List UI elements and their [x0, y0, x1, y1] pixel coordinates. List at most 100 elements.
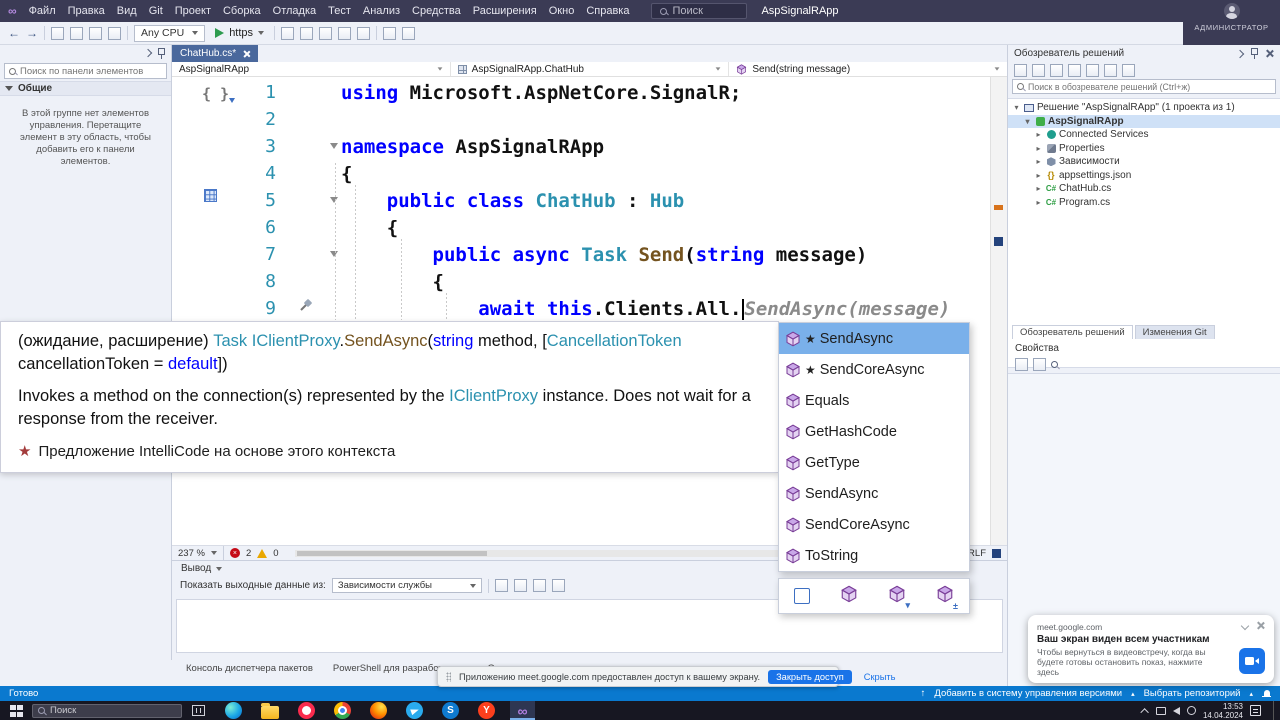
- code-text[interactable]: public async Task Send(string message): [341, 244, 868, 266]
- save-all-icon[interactable]: [108, 26, 121, 40]
- import-items-filter-icon[interactable]: ±: [936, 585, 958, 611]
- pc-tray-icon[interactable]: [1155, 706, 1166, 715]
- completion-item[interactable]: Equals: [779, 385, 969, 416]
- code-text[interactable]: public class ChatHub : Hub: [341, 190, 684, 212]
- select-repository-button[interactable]: Выбрать репозиторий: [1144, 688, 1241, 699]
- pin-icon[interactable]: [1249, 48, 1259, 59]
- toolbox-search-input[interactable]: [20, 65, 162, 77]
- panel-tab[interactable]: Изменения Git: [1134, 325, 1215, 339]
- menu-item[interactable]: Окно: [543, 5, 581, 17]
- home-icon[interactable]: [1014, 64, 1027, 77]
- alphabetical-icon[interactable]: [1033, 358, 1046, 371]
- configuration-dropdown[interactable]: Any CPU: [134, 24, 206, 42]
- expander-icon[interactable]: ▾: [1023, 117, 1032, 126]
- opera-taskbar-button[interactable]: [294, 701, 319, 720]
- hot-reload-icon[interactable]: [300, 26, 314, 40]
- tree-item[interactable]: ▸ Properties: [1008, 142, 1280, 156]
- stop-sharing-button[interactable]: Закрыть доступ: [768, 669, 852, 684]
- zoom-level[interactable]: 237 %: [178, 548, 205, 559]
- pin-output-icon[interactable]: [551, 579, 565, 592]
- pin-icon[interactable]: [156, 47, 166, 59]
- menu-item[interactable]: Средства: [406, 5, 467, 17]
- expand-results-icon[interactable]: [794, 588, 810, 604]
- undo-icon[interactable]: [338, 26, 352, 40]
- start-button[interactable]: [0, 701, 32, 720]
- navigate-back-icon[interactable]: ←: [8, 26, 20, 40]
- task-view-icon[interactable]: [192, 705, 205, 716]
- close-icon[interactable]: [243, 50, 250, 57]
- pending-changes-icon[interactable]: [1050, 64, 1063, 77]
- tree-item[interactable]: ▾ AspSignalRApp: [1008, 114, 1280, 128]
- output-source-dropdown[interactable]: Зависимости службы: [331, 578, 482, 593]
- panel-tab[interactable]: Обозреватель решений: [1012, 325, 1133, 339]
- open-file-icon[interactable]: [70, 26, 83, 40]
- solution-explorer-search[interactable]: [1012, 79, 1276, 94]
- menu-item[interactable]: Расширения: [467, 5, 543, 17]
- start-debugging-button[interactable]: https: [211, 27, 268, 39]
- step-over-icon[interactable]: [319, 26, 333, 40]
- expander-icon[interactable]: ▸: [1034, 144, 1043, 153]
- fold-chevron-icon[interactable]: [330, 143, 338, 149]
- fold-chevron-icon[interactable]: [330, 251, 338, 257]
- comment-icon[interactable]: [402, 26, 416, 40]
- skype-taskbar-button[interactable]: [438, 701, 463, 720]
- categorized-icon[interactable]: [1015, 358, 1028, 371]
- menu-item[interactable]: Файл: [23, 5, 62, 17]
- show-all-files-icon[interactable]: [1104, 64, 1117, 77]
- menu-item[interactable]: Отладка: [267, 5, 322, 17]
- completion-item[interactable]: GetHashCode: [779, 416, 969, 447]
- edge-taskbar-button[interactable]: [221, 701, 246, 720]
- redo-icon[interactable]: [357, 26, 371, 40]
- error-count[interactable]: 2: [246, 548, 251, 559]
- refresh-icon[interactable]: [1068, 64, 1081, 77]
- expander-icon[interactable]: ▸: [1034, 171, 1043, 180]
- break-all-icon[interactable]: [281, 26, 295, 40]
- drag-handle-icon[interactable]: [446, 671, 451, 682]
- dock-chevron-icon[interactable]: [143, 48, 153, 58]
- methods-filter-icon[interactable]: [840, 585, 858, 608]
- collapse-all-icon[interactable]: [1086, 64, 1099, 77]
- braces-indicator-icon[interactable]: { }: [202, 85, 236, 103]
- breadcrumb-method[interactable]: Send(string message): [729, 62, 1007, 76]
- code-text[interactable]: {: [341, 271, 444, 293]
- completion-item[interactable]: SendCoreAsync: [779, 509, 969, 540]
- add-to-source-control-button[interactable]: Добавить в систему управления версиями: [934, 688, 1122, 699]
- menu-item[interactable]: Проект: [169, 5, 217, 17]
- vertical-scrollbar[interactable]: [990, 77, 1007, 545]
- extension-methods-filter-icon[interactable]: ▾: [888, 585, 910, 610]
- tree-item[interactable]: ▸ {} appsettings.json: [1008, 169, 1280, 183]
- find-output-icon[interactable]: [494, 579, 508, 592]
- solution-search-input[interactable]: [1028, 81, 1271, 92]
- search-icon[interactable]: [1051, 361, 1058, 368]
- code-text[interactable]: {: [341, 163, 352, 185]
- code-text[interactable]: {: [341, 217, 398, 239]
- taskbar-clock[interactable]: 13:53 14.04.2024: [1203, 702, 1243, 720]
- code-text[interactable]: await this.Clients.All. SendAsync(message…: [341, 298, 950, 320]
- completion-item[interactable]: ★ SendCoreAsync: [779, 354, 969, 385]
- new-file-icon[interactable]: [51, 26, 64, 40]
- network-tray-icon[interactable]: [1186, 706, 1196, 715]
- switch-views-icon[interactable]: [1032, 64, 1045, 77]
- menu-item[interactable]: Git: [143, 5, 169, 17]
- completion-item[interactable]: GetType: [779, 447, 969, 478]
- notifications-bell-icon[interactable]: [1262, 689, 1271, 699]
- firefox-taskbar-button[interactable]: [366, 701, 391, 720]
- expander-icon[interactable]: ▸: [1034, 130, 1043, 139]
- close-icon[interactable]: [1256, 621, 1265, 630]
- table-indicator-icon[interactable]: [204, 189, 217, 202]
- menu-item[interactable]: Анализ: [357, 5, 406, 17]
- hide-share-bar-button[interactable]: Скрыть: [860, 670, 900, 684]
- tree-item[interactable]: ▾ Решение "AspSignalRApp" (1 проекта из 1…: [1008, 101, 1280, 115]
- show-desktop-strip[interactable]: [1273, 701, 1277, 720]
- completion-item[interactable]: ToString: [779, 540, 969, 571]
- expander-icon[interactable]: ▸: [1034, 184, 1043, 193]
- save-icon[interactable]: [89, 26, 102, 40]
- wrap-output-icon[interactable]: [532, 579, 546, 592]
- yandex-taskbar-button[interactable]: [474, 701, 499, 720]
- code-text[interactable]: using Microsoft.AspNetCore.SignalR;: [341, 82, 741, 104]
- toolbox-section-general[interactable]: Общие: [0, 81, 171, 96]
- warning-count[interactable]: 0: [273, 548, 278, 559]
- user-avatar[interactable]: [1223, 3, 1240, 19]
- action-center-icon[interactable]: [1250, 705, 1261, 716]
- code-text[interactable]: namespace AspSignalRApp: [341, 136, 604, 158]
